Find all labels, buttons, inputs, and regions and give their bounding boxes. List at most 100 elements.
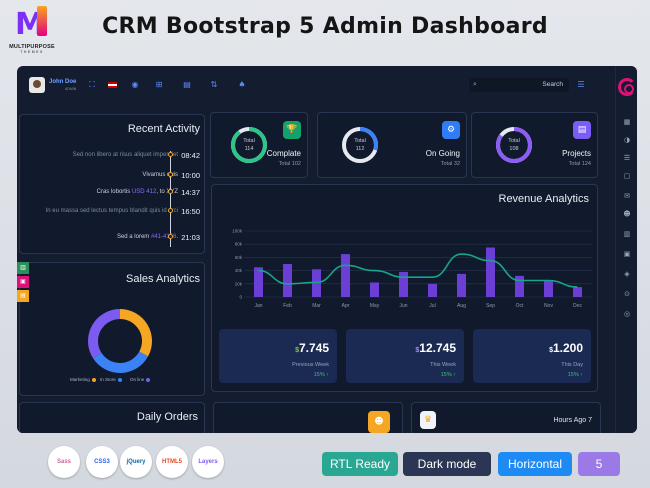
tech-logo-sass: Sass bbox=[48, 446, 80, 478]
rail-layers-icon[interactable]: ▥ bbox=[620, 228, 634, 240]
feature-badge: 5 bbox=[578, 452, 620, 476]
y-tick-label: 80k bbox=[235, 242, 243, 247]
rail-home-icon[interactable]: ▦ bbox=[620, 116, 634, 128]
legend-swatch bbox=[146, 377, 151, 382]
tech-logo-css3: CSS3 bbox=[86, 446, 118, 478]
stat-card-on-going[interactable]: Total 112 ⚙ On Going Total 32 bbox=[317, 112, 467, 178]
bell-icon[interactable]: ♠ bbox=[235, 78, 249, 92]
bar bbox=[399, 271, 408, 297]
revenue-card[interactable]: $1.200 This Day 15% ↑ bbox=[473, 329, 591, 383]
recent-activity-title: Recent Activity bbox=[127, 123, 200, 135]
revenue-card[interactable]: $7.745 Previous Week 15% ↑ bbox=[219, 329, 337, 383]
activity-time: 16:50 bbox=[181, 207, 200, 216]
side-image-icon[interactable]: ▤ bbox=[17, 290, 29, 302]
globe-icon[interactable]: ◉ bbox=[128, 78, 142, 92]
user-role: ADMIN bbox=[65, 87, 77, 91]
stat-total: Total 102 bbox=[278, 161, 301, 167]
rail-bell-icon[interactable]: ◈ bbox=[620, 268, 634, 280]
revenue-change: 15% ↑ bbox=[567, 372, 583, 378]
x-tick-label: Jul bbox=[429, 303, 435, 309]
stat-card-complate[interactable]: Total 114 🏆 Complate Total 102 bbox=[210, 112, 308, 178]
activity-item: Sed non libero at risus aliquet imperdie… bbox=[72, 152, 178, 158]
timeline-dot bbox=[168, 234, 173, 239]
x-tick-label: Jun bbox=[399, 303, 407, 309]
x-tick-label: Sep bbox=[486, 303, 495, 309]
stat-card-projects[interactable]: Total 108 ▤ Projects Total 124 bbox=[471, 112, 598, 178]
rail-user-icon[interactable]: ☻ bbox=[620, 208, 634, 220]
revenue-analytics-card: Revenue Analytics 100k 80k 60k 40k 20k 0 Jan Fe… bbox=[211, 184, 598, 392]
bar bbox=[544, 280, 553, 297]
menu-icon[interactable]: ☰ bbox=[575, 78, 587, 92]
search-box[interactable]: ⌕ Search bbox=[469, 78, 569, 92]
bar bbox=[515, 275, 524, 297]
x-tick-label: Mar bbox=[312, 303, 321, 309]
stat-ring-label: Total 108 bbox=[494, 137, 534, 153]
activity-time: 21:03 bbox=[181, 233, 200, 242]
y-tick-label: 100k bbox=[232, 229, 243, 234]
side-camera-icon[interactable]: ▣ bbox=[17, 276, 29, 288]
bar bbox=[457, 273, 466, 297]
revenue-value: $1.200 bbox=[549, 341, 583, 355]
notification-card: ♛ Hours Ago 7 bbox=[411, 402, 601, 433]
rail-menu-icon[interactable]: ☰ bbox=[620, 152, 634, 164]
revenue-amount: 7.745 bbox=[298, 341, 329, 355]
tech-logo-jquery: jQuery bbox=[120, 446, 152, 478]
bar bbox=[486, 247, 495, 297]
activity-text: Sed a lorem bbox=[116, 234, 151, 240]
stat-ring-caption: Total bbox=[508, 138, 520, 144]
side-chart-icon[interactable]: ▥ bbox=[17, 262, 29, 274]
sales-analytics-card: Sales Analytics Marketing In Store On line bbox=[19, 262, 205, 396]
cart-icon[interactable]: ⊞ bbox=[152, 78, 166, 92]
y-tick-label: 40k bbox=[235, 268, 243, 273]
feature-badge: RTL Ready bbox=[322, 452, 398, 476]
stat-ring: Total 108 bbox=[494, 125, 534, 165]
bar bbox=[283, 264, 292, 297]
search-input[interactable]: Search bbox=[542, 81, 563, 88]
bar bbox=[428, 283, 437, 297]
grid-icon[interactable]: ⇅ bbox=[207, 78, 221, 92]
cup-icon: ♛ bbox=[420, 411, 436, 429]
timeline-dot bbox=[168, 152, 173, 157]
activity-item: In eu massa sed lectus tempus blandit qu… bbox=[45, 208, 178, 214]
rail-box-icon[interactable]: ▣ bbox=[620, 248, 634, 260]
revenue-chart: 100k 80k 60k 40k 20k 0 Jan Feb Mar Apr May Jun Jul Au… bbox=[232, 229, 592, 309]
legend-label: In Store bbox=[100, 377, 116, 382]
legend-label: Marketing bbox=[70, 377, 90, 382]
revenue-card[interactable]: $12.745 This Week 15% ↑ bbox=[346, 329, 464, 383]
rail-target-icon[interactable]: ◎ bbox=[620, 308, 634, 320]
x-tick-label: Jan bbox=[254, 303, 262, 309]
rail-file-icon[interactable]: ▢ bbox=[620, 170, 634, 182]
legend-item: On line bbox=[130, 377, 151, 382]
rail-map-icon[interactable]: ⊙ bbox=[620, 288, 634, 300]
activity-text-end: . bbox=[176, 234, 178, 240]
donut-slice bbox=[120, 309, 152, 357]
revenue-analytics-title: Revenue Analytics bbox=[498, 193, 590, 205]
sales-donut-chart bbox=[88, 309, 152, 373]
stat-total: Total 32 bbox=[440, 161, 460, 167]
stat-total: Total 124 bbox=[568, 161, 591, 167]
fullscreen-icon[interactable]: ⛶ bbox=[85, 78, 99, 92]
avatar[interactable] bbox=[29, 77, 45, 93]
trophy-icon: 🏆 bbox=[283, 121, 301, 139]
stat-ring-label: Total 112 bbox=[340, 137, 380, 153]
dashboard-window: John Doe ADMIN ⛶ ◉ ⊞ ▤ ⇅ ♠ ⌕ Search ☰ ▦ … bbox=[17, 66, 637, 433]
y-tick-label: 0 bbox=[239, 295, 242, 300]
x-tick-label: Nov bbox=[544, 303, 553, 309]
x-tick-label: Dec bbox=[573, 303, 582, 309]
stat-name: Complate bbox=[266, 149, 301, 158]
user-icon: ☻ bbox=[368, 411, 390, 433]
activity-item: Sed a lorem #41-4156. bbox=[28, 233, 178, 241]
bar bbox=[370, 282, 379, 297]
flag-icon[interactable] bbox=[105, 78, 119, 92]
share-icon: ⚙ bbox=[442, 121, 460, 139]
x-tick-label: Apr bbox=[342, 303, 350, 309]
stat-ring: Total 114 bbox=[229, 125, 269, 165]
user-name[interactable]: John Doe bbox=[49, 79, 76, 85]
revenue-change: 15% ↑ bbox=[440, 372, 456, 378]
rail-chart-icon[interactable]: ◑ bbox=[620, 134, 634, 146]
revenue-value: $7.745 bbox=[295, 341, 329, 355]
file-icon[interactable]: ▤ bbox=[180, 78, 194, 92]
rail-mail-icon[interactable]: ✉ bbox=[620, 190, 634, 202]
activity-highlight[interactable]: USD 412 bbox=[132, 189, 156, 195]
stat-ring-caption: Total bbox=[243, 138, 255, 144]
